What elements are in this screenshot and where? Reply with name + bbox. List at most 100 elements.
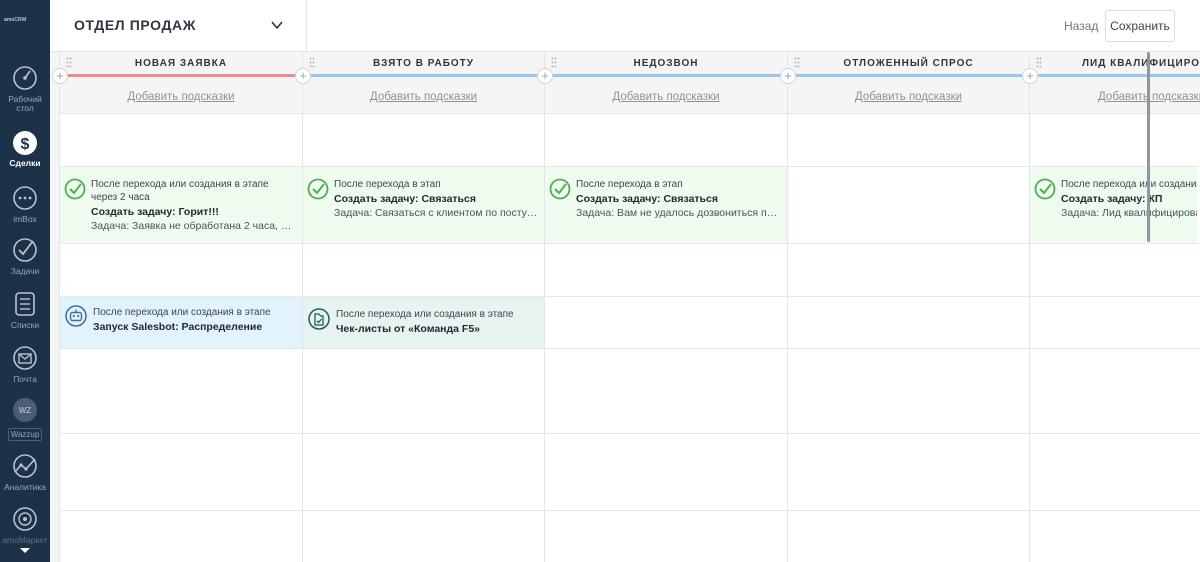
checklist-widget-icon xyxy=(308,308,330,330)
chat-icon xyxy=(13,186,37,210)
column-name[interactable]: ОТЛОЖЕННЫЙ СПРОС xyxy=(788,58,1029,69)
trigger-description: Задача: Вам не удалось дозвониться по ..… xyxy=(576,207,781,219)
trigger-condition: После перехода или создания в этапе xyxy=(93,307,271,318)
left-sidebar: amoCRM Рабочий стол $ Сделки imBox Задач xyxy=(0,0,50,562)
logo-text: amoCRM xyxy=(4,17,27,23)
trigger-title: Создать задачу: Связаться xyxy=(576,193,718,205)
check-circle-icon xyxy=(1034,178,1056,200)
task-trigger-card[interactable]: После перехода в этап Создать задачу: Св… xyxy=(303,167,544,243)
column-name[interactable]: ЛИД КВАЛИФИЦИРОВАН xyxy=(1082,58,1200,69)
add-hints-link[interactable]: Добавить подсказки xyxy=(788,91,1029,103)
task-trigger-card[interactable]: После перехода в этап Создать задачу: Св… xyxy=(545,167,787,243)
nav-tasks[interactable]: Задачи xyxy=(0,236,50,276)
market-icon xyxy=(13,507,37,531)
column-name[interactable]: ВЗЯТО В РАБОТУ xyxy=(303,58,544,69)
stage-color-bar xyxy=(60,74,302,77)
salesbot-trigger-card[interactable]: После перехода или создания в этапе Запу… xyxy=(60,297,302,348)
trigger-description: Задача: Связаться с клиентом по поступ..… xyxy=(334,207,538,219)
trigger-condition: После перехода или создания в этапе xyxy=(1061,179,1197,190)
column-name[interactable]: НЕДОЗВОН xyxy=(545,58,787,69)
nav-deals-label: Сделки xyxy=(9,158,41,168)
add-stage-button[interactable]: + xyxy=(295,68,311,84)
analytics-icon xyxy=(13,454,37,478)
nav-lists[interactable]: Списки xyxy=(0,290,50,330)
trigger-condition: После перехода в этап xyxy=(576,179,683,190)
wazzup-tag: Wazzup xyxy=(7,428,43,441)
nav-deals[interactable]: $ Сделки xyxy=(0,128,50,168)
nav-wazzup[interactable]: WZ Wazzup xyxy=(0,396,50,442)
nav-imbox[interactable]: imBox xyxy=(0,184,50,224)
trigger-condition: После перехода или создания в этапе чере… xyxy=(91,179,269,203)
nav-tasks-label: Задачи xyxy=(10,266,40,276)
lists-icon xyxy=(15,292,35,316)
row-divider xyxy=(60,510,1200,511)
row-divider xyxy=(60,243,1200,244)
nav-market-label: amoМаркет xyxy=(2,535,48,545)
save-button[interactable]: Сохранить xyxy=(1105,10,1175,42)
column-header-qualified-lead: ЛИД КВАЛИФИЦИРОВАН Добавить подсказки xyxy=(1030,52,1200,114)
column-name[interactable]: НОВАЯ ЗАЯВКА xyxy=(60,58,302,69)
check-circle-icon xyxy=(307,178,329,200)
trigger-title: Создать задачу: Связаться xyxy=(334,193,476,205)
svg-text:$: $ xyxy=(21,136,30,153)
trigger-title: Запуск Salesbot: Распределение xyxy=(93,321,263,333)
sidebar-more-caret-icon[interactable] xyxy=(20,548,30,553)
tasks-icon xyxy=(13,238,37,262)
pipeline-title[interactable]: ОТДЕЛ ПРОДАЖ xyxy=(74,17,196,33)
column-header-no-answer: НЕДОЗВОН Добавить подсказки xyxy=(545,52,788,114)
add-stage-button[interactable]: + xyxy=(780,68,796,84)
board-left-gutter xyxy=(50,52,60,562)
stage-color-bar xyxy=(788,74,1029,77)
deals-icon: $ xyxy=(13,131,37,155)
add-stage-button[interactable]: + xyxy=(537,68,553,84)
nav-imbox-label: imBox xyxy=(13,214,37,224)
nav-market[interactable]: amoМаркет xyxy=(0,505,50,545)
add-hints-link[interactable]: Добавить подсказки xyxy=(303,91,544,103)
widget-trigger-card[interactable]: После перехода или создания в этапе Чек-… xyxy=(303,297,544,348)
nav-analytics[interactable]: Аналитика xyxy=(0,452,50,492)
row-divider xyxy=(60,348,1200,349)
nav-mail[interactable]: Почта xyxy=(0,344,50,384)
trigger-description: Задача: Заявка не обработана 2 часа, пе.… xyxy=(91,220,296,232)
vertical-scrollbar[interactable] xyxy=(1147,52,1150,242)
nav-lists-label: Списки xyxy=(10,320,40,330)
svg-text:WZ: WZ xyxy=(19,406,32,415)
nav-dashboard[interactable]: Рабочий стол xyxy=(0,64,50,113)
trigger-description: Задача: Лид квалифицирован xyxy=(1061,207,1197,219)
nav-analytics-label: Аналитика xyxy=(3,482,47,492)
stage-color-bar xyxy=(545,74,787,77)
header-divider xyxy=(306,0,307,52)
task-trigger-card[interactable]: После перехода или создания в этапе чере… xyxy=(60,167,302,243)
trigger-title: Создать задачу: Горит!!! xyxy=(91,206,219,218)
top-bar: ОТДЕЛ ПРОДАЖ Назад Сохранить xyxy=(50,0,1200,52)
trigger-condition: После перехода в этап xyxy=(334,179,441,190)
trigger-condition: После перехода или создания в этапе xyxy=(336,309,514,320)
pipeline-board: НОВАЯ ЗАЯВКА Добавить подсказки ВЗЯТО В … xyxy=(50,52,1200,562)
add-stage-button[interactable]: + xyxy=(52,68,68,84)
stage-color-bar xyxy=(1030,74,1200,77)
row-divider xyxy=(60,433,1200,434)
back-link[interactable]: Назад xyxy=(1064,19,1098,33)
nav-dashboard-label: Рабочий стол xyxy=(8,94,42,113)
add-stage-button[interactable]: + xyxy=(1022,68,1038,84)
wazzup-icon: WZ xyxy=(13,398,37,422)
stage-color-bar xyxy=(303,74,544,77)
column-header-in-work: ВЗЯТО В РАБОТУ Добавить подсказки xyxy=(303,52,545,114)
column-header-new-request: НОВАЯ ЗАЯВКА Добавить подсказки xyxy=(60,52,303,114)
check-circle-icon xyxy=(64,178,86,200)
chevron-down-icon[interactable] xyxy=(270,18,284,32)
check-circle-icon xyxy=(549,178,571,200)
task-trigger-card[interactable]: После перехода или создания в этапе Созд… xyxy=(1030,167,1197,243)
drag-handle-icon[interactable] xyxy=(1036,57,1042,68)
add-hints-link[interactable]: Добавить подсказки xyxy=(60,91,302,103)
dashboard-icon xyxy=(13,66,37,90)
robot-icon xyxy=(65,305,87,327)
add-hints-link[interactable]: Добавить подсказки xyxy=(545,91,787,103)
trigger-title: Чек-листы от «Команда F5» xyxy=(336,323,481,335)
column-body xyxy=(788,114,1030,562)
mail-icon xyxy=(13,346,37,370)
nav-mail-label: Почта xyxy=(13,374,37,384)
column-header-deferred-demand: ОТЛОЖЕННЫЙ СПРОС Добавить подсказки xyxy=(788,52,1030,114)
trigger-title: Создать задачу: КП xyxy=(1061,193,1163,205)
logo[interactable]: amoCRM xyxy=(4,17,46,25)
